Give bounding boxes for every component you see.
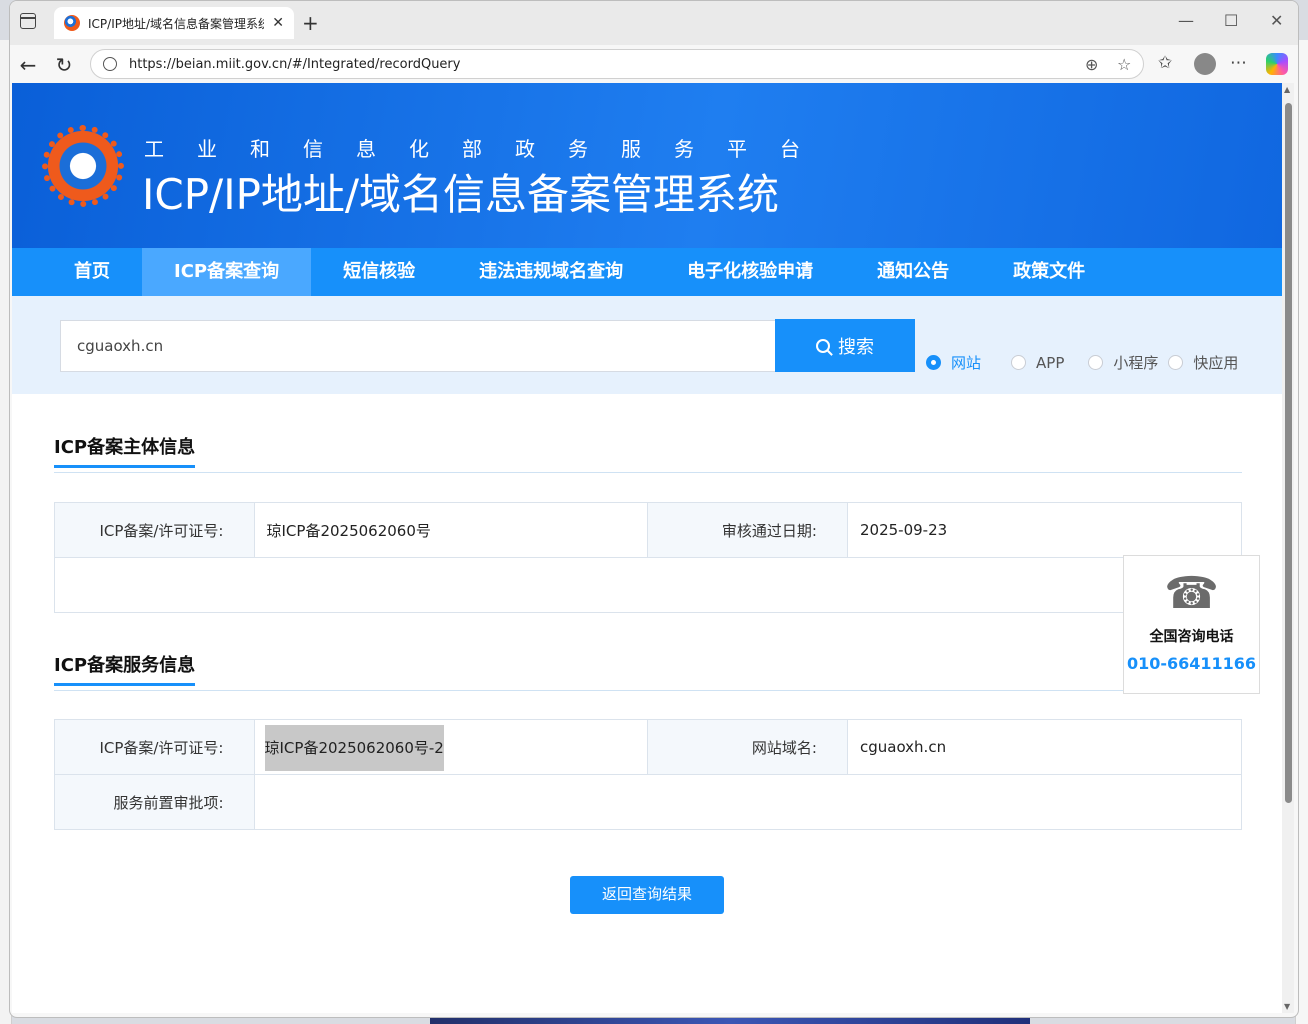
radio-mini-program[interactable]: 小程序 xyxy=(1088,352,1158,373)
nav-icp-query[interactable]: ICP备案查询 xyxy=(142,248,312,296)
pre-approval-value xyxy=(253,774,1242,830)
radio-label: APP xyxy=(1036,353,1065,372)
radio-label: 快应用 xyxy=(1193,354,1239,372)
radio-unchecked-icon[interactable] xyxy=(1088,355,1104,370)
radio-app[interactable]: APP xyxy=(1011,354,1064,372)
service-license-cell: 琼ICP备2025062060号-2 xyxy=(253,719,649,775)
tab-bar: ICP/IP地址/域名信息备案管理系统 ✕ + — ☐ ✕ xyxy=(10,1,1298,45)
nav-e-verify[interactable]: 电子化核验申请 xyxy=(655,248,845,296)
window-close-icon[interactable]: ✕ xyxy=(1270,11,1283,30)
table-row: ICP备案/许可证号: 琼ICP备2025062060号-2 网站域名: cgu… xyxy=(54,719,1243,775)
browser-tab[interactable]: ICP/IP地址/域名信息备案管理系统 ✕ xyxy=(54,7,294,39)
copilot-icon[interactable] xyxy=(1266,53,1288,75)
back-arrow-icon[interactable]: ← xyxy=(16,53,40,77)
site-banner: 工业和信息化部政务服务平台 ICP/IP地址/域名信息备案管理系统 xyxy=(12,83,1282,248)
search-type-radios: 网站 APP 小程序 快应用 xyxy=(926,352,1248,373)
section-divider xyxy=(54,472,1242,473)
empty-cell xyxy=(54,557,1242,613)
browser-toolbar: ← ↻ https://beian.miit.gov.cn/#/Integrat… xyxy=(10,45,1298,83)
favicon-icon xyxy=(64,15,80,31)
back-to-results-button[interactable]: 返回查询结果 xyxy=(570,876,724,914)
license-label: ICP备案/许可证号: xyxy=(54,502,255,558)
banner-subtitle: 工业和信息化部政务服务平台 xyxy=(144,137,833,161)
service-license-label: ICP备案/许可证号: xyxy=(54,719,255,775)
sidebar-toggle-icon[interactable] xyxy=(20,13,36,29)
address-bar[interactable]: https://beian.miit.gov.cn/#/Integrated/r… xyxy=(90,49,1144,79)
service-license-value[interactable]: 琼ICP备2025062060号-2 xyxy=(264,724,444,771)
hotline-card: ☎ 全国咨询电话 010-66411166 xyxy=(1123,555,1260,694)
pre-approval-label: 服务前置审批项: xyxy=(54,774,255,830)
license-value: 琼ICP备2025062060号 xyxy=(253,502,649,558)
radio-label: 网站 xyxy=(951,354,982,372)
profile-avatar[interactable] xyxy=(1194,53,1216,75)
favorites-icon[interactable]: ✩ xyxy=(1158,53,1172,73)
gear-logo-icon xyxy=(42,125,124,207)
scroll-thumb[interactable] xyxy=(1285,103,1292,803)
tab-title: ICP/IP地址/域名信息备案管理系统 xyxy=(88,16,265,31)
radio-checked-icon[interactable] xyxy=(926,355,941,370)
service-info-table: ICP备案/许可证号: 琼ICP备2025062060号-2 网站域名: cgu… xyxy=(54,719,1243,830)
hotline-number[interactable]: 010-66411166 xyxy=(1124,654,1259,673)
url-text: https://beian.miit.gov.cn/#/Integrated/r… xyxy=(129,56,461,72)
nav-notices[interactable]: 通知公告 xyxy=(845,248,981,296)
maximize-icon[interactable]: ☐ xyxy=(1224,11,1238,30)
main-nav: 首页 ICP备案查询 短信核验 违法违规域名查询 电子化核验申请 通知公告 政策… xyxy=(12,248,1282,296)
search-icon xyxy=(816,338,830,353)
new-tab-icon[interactable]: + xyxy=(302,11,319,35)
table-row: 服务前置审批项: xyxy=(54,774,1242,830)
nav-sms-verify[interactable]: 短信核验 xyxy=(311,248,447,296)
banner-title: ICP/IP地址/域名信息备案管理系统 xyxy=(142,170,780,219)
radio-quick-app[interactable]: 快应用 xyxy=(1168,352,1238,373)
reload-icon[interactable]: ↻ xyxy=(52,53,76,77)
scroll-up-icon[interactable]: ▲ xyxy=(1284,85,1290,94)
radio-unchecked-icon[interactable] xyxy=(1168,355,1184,370)
search-area: cguaoxh.cn 搜索 网站 APP 小程序 快应用 xyxy=(12,296,1282,394)
browser-window: ICP/IP地址/域名信息备案管理系统 ✕ + — ☐ ✕ ← ↻ https:… xyxy=(9,0,1299,1018)
hotline-label: 全国咨询电话 xyxy=(1149,629,1234,645)
table-row: ICP备案/许可证号: 琼ICP备2025062060号 审核通过日期: 202… xyxy=(54,502,1243,558)
nav-illegal-domain[interactable]: 违法违规域名查询 xyxy=(447,248,655,296)
approval-date-value: 2025-09-23 xyxy=(846,502,1243,558)
table-row xyxy=(54,557,1242,613)
section-divider xyxy=(54,690,1242,691)
search-button[interactable]: 搜索 xyxy=(775,319,915,372)
site-info-icon[interactable] xyxy=(103,57,117,71)
page-scrollbar[interactable]: ▲ ▼ xyxy=(1282,83,1294,1013)
search-button-label: 搜索 xyxy=(838,336,874,357)
search-input[interactable]: cguaoxh.cn xyxy=(60,320,776,372)
subject-info-table: ICP备案/许可证号: 琼ICP备2025062060号 审核通过日期: 202… xyxy=(54,502,1243,613)
favorite-star-icon[interactable]: ☆ xyxy=(1117,55,1131,74)
radio-website[interactable]: 网站 xyxy=(926,352,981,373)
scroll-down-icon[interactable]: ▼ xyxy=(1284,1002,1290,1011)
approval-date-label: 审核通过日期: xyxy=(647,502,848,558)
zoom-icon[interactable]: ⊕ xyxy=(1085,55,1098,74)
radio-unchecked-icon[interactable] xyxy=(1011,355,1027,370)
telephone-icon: ☎ xyxy=(1164,568,1219,619)
nav-policies[interactable]: 政策文件 xyxy=(981,248,1117,296)
radio-label: 小程序 xyxy=(1113,354,1159,372)
subject-section-title: ICP备案主体信息 xyxy=(54,433,196,468)
more-menu-icon[interactable]: ⋯ xyxy=(1230,53,1247,73)
service-section-title: ICP备案服务信息 xyxy=(54,651,196,686)
page-viewport: 工业和信息化部政务服务平台 ICP/IP地址/域名信息备案管理系统 首页 ICP… xyxy=(12,83,1282,1013)
minimize-icon[interactable]: — xyxy=(1178,11,1194,30)
nav-home[interactable]: 首页 xyxy=(42,248,142,296)
tab-close-icon[interactable]: ✕ xyxy=(272,15,284,31)
domain-value: cguaoxh.cn xyxy=(846,719,1243,775)
domain-label: 网站域名: xyxy=(647,719,848,775)
